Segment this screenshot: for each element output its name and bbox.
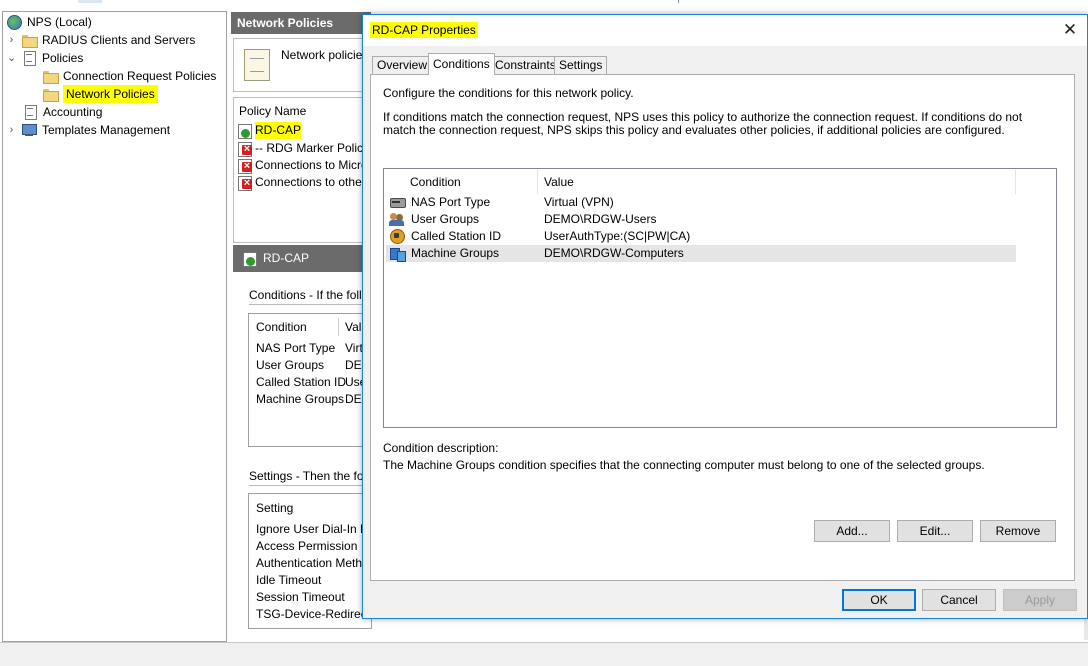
status-bar <box>0 642 1088 666</box>
tab-fragment <box>78 0 102 3</box>
condition-row-called-station-id[interactable]: Called Station ID UserAuthType:(SC|PW|CA… <box>386 228 1016 245</box>
condition-name: User Groups <box>411 212 480 226</box>
nas-port-icon <box>389 194 406 210</box>
top-strip <box>0 0 1088 6</box>
condition-value: DEMO\RDGW-Computers <box>544 246 684 260</box>
apply-button[interactable]: Apply <box>1003 589 1077 611</box>
chevron-right-icon[interactable]: › <box>7 31 16 49</box>
detail-title: RD-CAP <box>263 251 310 265</box>
results-header-text: Network policies <box>281 48 369 62</box>
column-header-value[interactable]: Value <box>544 175 574 189</box>
ok-button[interactable]: OK <box>842 589 916 611</box>
tab-conditions[interactable]: Conditions <box>428 53 495 75</box>
policies-icon <box>21 50 37 66</box>
tree-item-accounting[interactable]: Accounting <box>22 103 102 121</box>
remove-button[interactable]: Remove <box>980 520 1056 542</box>
column-header-condition[interactable]: Condition <box>410 175 461 189</box>
tab-overview[interactable]: Overview <box>372 56 433 74</box>
machine-groups-icon <box>389 245 406 262</box>
tree-item-label: Connection Request Policies <box>63 69 217 83</box>
tab-constraints[interactable]: Constraints <box>490 56 561 74</box>
condition-row-user-groups[interactable]: User Groups DEMO\RDGW-Users <box>386 211 1016 228</box>
tree-item-radius[interactable]: › RADIUS Clients and Servers <box>7 31 195 49</box>
detail-setting: Ignore User Dial-In Pro <box>256 522 379 536</box>
nps-server-icon <box>6 14 22 30</box>
tree-item-label: RADIUS Clients and Servers <box>42 33 196 47</box>
detail-condition-name: NAS Port Type <box>256 341 336 355</box>
add-button[interactable]: Add... <box>814 520 890 542</box>
detail-setting: Idle Timeout <box>256 573 322 587</box>
tree-item-label: NPS (Local) <box>27 15 92 29</box>
policy-disabled-icon <box>237 158 253 174</box>
detail-condition-name: Machine Groups <box>256 392 345 406</box>
detail-setting: Authentication Method <box>256 556 376 570</box>
tab-settings[interactable]: Settings <box>554 56 608 74</box>
conditions-intro: Configure the conditions for this networ… <box>383 86 634 100</box>
condition-name: Called Station ID <box>411 229 502 243</box>
folder-open-icon <box>42 86 59 102</box>
results-title: Network Policies <box>231 12 371 34</box>
policy-row[interactable]: Connections to Microso <box>237 157 380 174</box>
condition-description-label: Condition description: <box>383 441 499 455</box>
policy-row[interactable]: -- RDG Marker Policy { <box>237 140 376 157</box>
tree-item-label: Network Policies <box>63 85 158 103</box>
divider <box>249 304 373 305</box>
detail-condition-name: Called Station ID <box>256 375 347 389</box>
condition-row-nas-port-type[interactable]: NAS Port Type Virtual (VPN) <box>386 194 1016 211</box>
user-groups-icon <box>389 211 405 227</box>
tree-item-nps-local[interactable]: NPS (Local) <box>6 13 92 31</box>
condition-value: UserAuthType:(SC|PW|CA) <box>544 229 691 243</box>
tree-item-templates[interactable]: › Templates Management <box>7 121 170 139</box>
detail-condition-name: User Groups <box>256 358 325 372</box>
condition-name: Machine Groups <box>411 246 500 260</box>
divider <box>249 485 373 486</box>
templates-icon <box>21 122 37 138</box>
chevron-down-icon[interactable]: ⌄ <box>7 49 16 67</box>
folder-icon <box>21 32 38 48</box>
policy-disabled-icon <box>237 141 253 157</box>
column-header-policy-name[interactable]: Policy Name <box>239 104 306 118</box>
column-header-setting[interactable]: Setting <box>256 501 293 515</box>
column-divider <box>338 318 339 336</box>
divider-tick <box>678 0 679 3</box>
tree-item-label: Policies <box>42 51 84 65</box>
policy-name: Connections to other a <box>255 175 376 189</box>
folder-icon <box>42 68 59 84</box>
condition-description-text: The Machine Groups condition specifies t… <box>383 458 985 472</box>
settings-group-label: Settings - Then the follo <box>249 469 376 483</box>
accounting-icon <box>22 104 38 120</box>
tree-item-label: Accounting <box>43 105 103 119</box>
column-divider <box>1015 170 1016 194</box>
close-icon[interactable]: ✕ <box>1058 18 1082 42</box>
policy-row-rd-cap[interactable]: RD-CAP <box>237 122 302 139</box>
tree-item-policies[interactable]: ⌄ Policies <box>7 49 83 67</box>
policy-enabled-icon <box>242 251 258 267</box>
policy-row[interactable]: Connections to other a <box>237 174 376 191</box>
tree-item-network-policies[interactable]: Network Policies <box>42 85 158 103</box>
condition-value: Virtual (VPN) <box>544 195 614 209</box>
policy-name: RD-CAP <box>255 122 302 139</box>
results-header-box <box>233 38 373 92</box>
condition-name: NAS Port Type <box>411 195 491 209</box>
tree-item-label: Templates Management <box>42 123 171 137</box>
detail-setting: Access Permission <box>256 539 358 553</box>
condition-value: DEMO\RDGW-Users <box>544 212 657 226</box>
detail-setting: Session Timeout <box>256 590 345 604</box>
chevron-right-icon[interactable]: › <box>7 121 16 139</box>
column-header-condition[interactable]: Condition <box>256 320 307 334</box>
called-station-icon <box>389 228 405 244</box>
tree-item-connection-request-policies[interactable]: Connection Request Policies <box>42 67 216 85</box>
conditions-description: If conditions match the connection reque… <box>383 110 1023 137</box>
policy-disabled-icon <box>237 175 253 191</box>
dialog-title: RD-CAP Properties <box>370 22 478 38</box>
edit-button[interactable]: Edit... <box>897 520 973 542</box>
column-divider <box>537 170 538 194</box>
cancel-button[interactable]: Cancel <box>922 589 996 611</box>
policy-enabled-icon <box>237 123 253 139</box>
conditions-group-label: Conditions - If the follow <box>249 288 378 302</box>
policy-name: -- RDG Marker Policy { <box>255 141 377 155</box>
network-policies-icon <box>244 49 270 81</box>
condition-row-machine-groups[interactable]: Machine Groups DEMO\RDGW-Computers <box>386 245 1016 262</box>
